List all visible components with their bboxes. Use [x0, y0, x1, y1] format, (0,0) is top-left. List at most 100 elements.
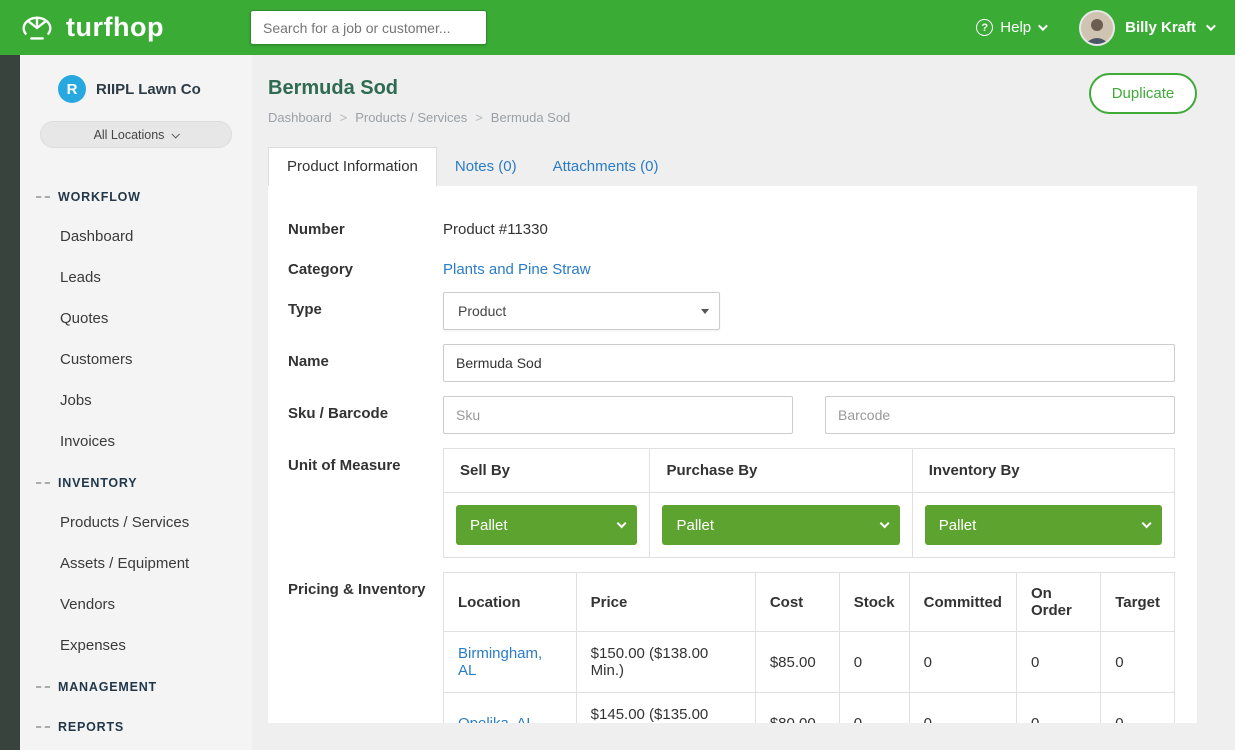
dashes-icon	[36, 686, 50, 688]
type-select[interactable]: Product	[443, 292, 720, 330]
sell-by-dropdown[interactable]: Pallet	[456, 505, 637, 545]
target-cell: 0	[1101, 693, 1175, 724]
barcode-input[interactable]	[825, 396, 1175, 434]
nav-section-management[interactable]: MANAGEMENT	[20, 666, 252, 706]
nav-section-inventory: INVENTORY	[20, 462, 252, 502]
pricing-inventory-label: Pricing & Inventory	[288, 572, 443, 723]
unit-of-measure-table: Sell By Purchase By Inventory By Pallet …	[443, 448, 1175, 558]
tab-product-information[interactable]: Product Information	[268, 147, 437, 186]
type-row: Type Product	[288, 292, 1175, 330]
sidebar-nav: WORKFLOW Dashboard Leads Quotes Customer…	[20, 176, 252, 746]
sidebar-item-expenses[interactable]: Expenses	[20, 625, 252, 666]
chevron-down-icon	[172, 130, 180, 138]
sidebar-item-products-services[interactable]: Products / Services	[20, 502, 252, 543]
stock-cell: 0	[839, 693, 909, 724]
location-link[interactable]: Opelika, AL	[458, 715, 535, 724]
chevron-down-icon	[1038, 21, 1048, 31]
pricing-header-row: Location Price Cost Stock Committed On O…	[444, 573, 1175, 632]
category-row: Category Plants and Pine Straw	[288, 252, 1175, 278]
tab-notes[interactable]: Notes (0)	[437, 148, 535, 186]
on-order-cell: 0	[1016, 632, 1100, 693]
unit-of-measure-row: Unit of Measure Sell By Purchase By Inve…	[288, 448, 1175, 558]
chevron-down-icon	[879, 518, 889, 528]
col-cost: Cost	[755, 573, 839, 632]
sku-barcode-label: Sku / Barcode	[288, 396, 443, 434]
turfhop-logo-icon	[18, 9, 56, 47]
logo-text: turfhop	[66, 12, 164, 43]
search-input[interactable]	[250, 10, 487, 45]
number-row: Number Product #11330	[288, 212, 1175, 238]
company-row[interactable]: R RIIPL Lawn Co	[20, 75, 252, 103]
chevron-down-icon	[617, 518, 627, 528]
breadcrumb: Dashboard > Products / Services > Bermud…	[268, 110, 1197, 125]
main-content: Bermuda Sod Dashboard > Products / Servi…	[252, 55, 1235, 750]
sidebar: R RIIPL Lawn Co All Locations WORKFLOW D…	[20, 55, 252, 750]
sidebar-item-invoices[interactable]: Invoices	[20, 421, 252, 462]
uom-col-purchase-by: Purchase By	[650, 449, 912, 493]
dashes-icon	[36, 482, 50, 484]
on-order-cell: 0	[1016, 693, 1100, 724]
committed-cell: 0	[909, 693, 1016, 724]
col-stock: Stock	[839, 573, 909, 632]
help-menu[interactable]: ? Help	[976, 19, 1045, 36]
sidebar-edge-strip	[0, 55, 20, 750]
page-title: Bermuda Sod	[268, 77, 1197, 100]
col-location: Location	[444, 573, 577, 632]
duplicate-button[interactable]: Duplicate	[1089, 73, 1197, 114]
col-on-order: On Order	[1016, 573, 1100, 632]
cost-cell: $80.00	[755, 693, 839, 724]
user-name: Billy Kraft	[1125, 19, 1196, 36]
user-menu[interactable]: Billy Kraft	[1079, 10, 1213, 46]
chevron-down-icon	[1206, 21, 1216, 31]
uom-col-sell-by: Sell By	[444, 449, 650, 493]
committed-cell: 0	[909, 632, 1016, 693]
sidebar-item-jobs[interactable]: Jobs	[20, 380, 252, 421]
category-label: Category	[288, 252, 443, 278]
sidebar-item-quotes[interactable]: Quotes	[20, 298, 252, 339]
sidebar-item-dashboard[interactable]: Dashboard	[20, 216, 252, 257]
price-cell: $145.00 ($135.00 Min.)	[576, 693, 755, 724]
sidebar-item-leads[interactable]: Leads	[20, 257, 252, 298]
cost-cell: $85.00	[755, 632, 839, 693]
sku-barcode-row: Sku / Barcode	[288, 396, 1175, 434]
name-input[interactable]	[443, 344, 1175, 382]
col-price: Price	[576, 573, 755, 632]
sku-input[interactable]	[443, 396, 793, 434]
pricing-inventory-table: Location Price Cost Stock Committed On O…	[443, 572, 1175, 723]
chevron-down-icon	[1142, 518, 1152, 528]
dashes-icon	[36, 726, 50, 728]
sidebar-item-vendors[interactable]: Vendors	[20, 584, 252, 625]
inventory-by-dropdown[interactable]: Pallet	[925, 505, 1162, 545]
table-row: Opelika, AL $145.00 ($135.00 Min.) $80.0…	[444, 693, 1175, 724]
company-name: RIIPL Lawn Co	[96, 81, 201, 98]
purchase-by-dropdown[interactable]: Pallet	[662, 505, 899, 545]
all-locations-dropdown[interactable]: All Locations	[40, 121, 232, 148]
location-link[interactable]: Birmingham, AL	[458, 645, 542, 679]
help-icon: ?	[976, 19, 993, 36]
topbar: turfhop ? Help Billy Kraft	[0, 0, 1235, 55]
breadcrumb-current: Bermuda Sod	[491, 110, 571, 125]
name-row: Name	[288, 344, 1175, 382]
nav-section-workflow: WORKFLOW	[20, 176, 252, 216]
sidebar-item-customers[interactable]: Customers	[20, 339, 252, 380]
nav-section-reports[interactable]: REPORTS	[20, 706, 252, 746]
select-arrow-icon	[701, 309, 709, 314]
col-target: Target	[1101, 573, 1175, 632]
name-label: Name	[288, 344, 443, 382]
turfhop-logo[interactable]: turfhop	[18, 9, 250, 47]
tabs: Product Information Notes (0) Attachment…	[268, 147, 1197, 186]
breadcrumb-dashboard[interactable]: Dashboard	[268, 110, 332, 125]
table-row: Birmingham, AL $150.00 ($138.00 Min.) $8…	[444, 632, 1175, 693]
col-committed: Committed	[909, 573, 1016, 632]
target-cell: 0	[1101, 632, 1175, 693]
avatar	[1079, 10, 1115, 46]
stock-cell: 0	[839, 632, 909, 693]
sidebar-item-assets-equipment[interactable]: Assets / Equipment	[20, 543, 252, 584]
help-label: Help	[1000, 19, 1031, 36]
pricing-inventory-row: Pricing & Inventory Location Price Cost …	[288, 572, 1175, 723]
breadcrumb-products-services[interactable]: Products / Services	[355, 110, 467, 125]
number-label: Number	[288, 212, 443, 238]
tab-attachments[interactable]: Attachments (0)	[535, 148, 677, 186]
sell-by-value: Pallet	[470, 517, 508, 534]
category-link[interactable]: Plants and Pine Straw	[443, 261, 591, 278]
